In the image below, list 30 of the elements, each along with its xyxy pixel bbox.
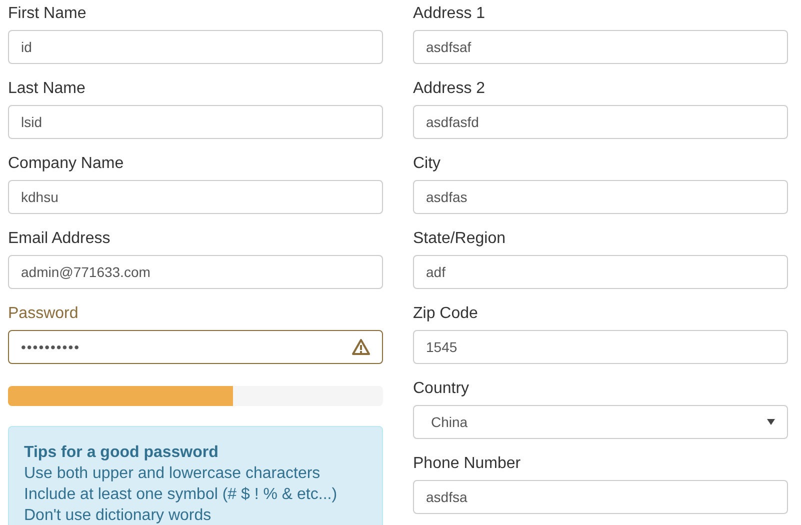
- input-field[interactable]: lsid: [8, 105, 383, 139]
- tip-text: Use both upper and lowercase characters: [24, 464, 322, 484]
- input-field[interactable]: asdfasfd: [413, 105, 788, 139]
- tip-text: Include at least one symbol (# $ ! % & etc...): [24, 485, 338, 505]
- tip-text: Don't use dictionary words: [24, 506, 212, 525]
- country-select[interactable]: China: [413, 405, 788, 439]
- tips-title: Tips for a good password: [24, 443, 220, 463]
- field-label: City: [413, 154, 442, 174]
- field-label: Email Address: [8, 229, 112, 249]
- input-field[interactable]: admin@771633.com: [8, 255, 383, 289]
- input-field[interactable]: adf: [413, 255, 788, 289]
- field-label: Password: [8, 304, 80, 324]
- input-field[interactable]: kdhsu: [8, 180, 383, 214]
- field-label: State/Region: [413, 229, 507, 249]
- field-label: Company Name: [8, 154, 125, 174]
- field-label: First Name: [8, 4, 88, 24]
- field-label: Phone Number: [413, 454, 522, 474]
- field-label: Zip Code: [413, 304, 479, 324]
- input-field[interactable]: id: [8, 30, 383, 64]
- input-field[interactable]: asdfsaf: [413, 30, 788, 64]
- input-field[interactable]: asdfas: [413, 180, 788, 214]
- warning-icon: [352, 339, 370, 355]
- field-label: Address 2: [413, 79, 486, 99]
- input-field[interactable]: asdfsa: [413, 480, 788, 514]
- input-field[interactable]: 1545: [413, 330, 788, 364]
- password-field[interactable]: ••••••••••: [8, 330, 383, 364]
- caret-icon: [767, 419, 775, 425]
- field-label: Country: [413, 379, 470, 399]
- field-label: Last Name: [8, 79, 86, 99]
- field-label: Address 1: [413, 4, 486, 24]
